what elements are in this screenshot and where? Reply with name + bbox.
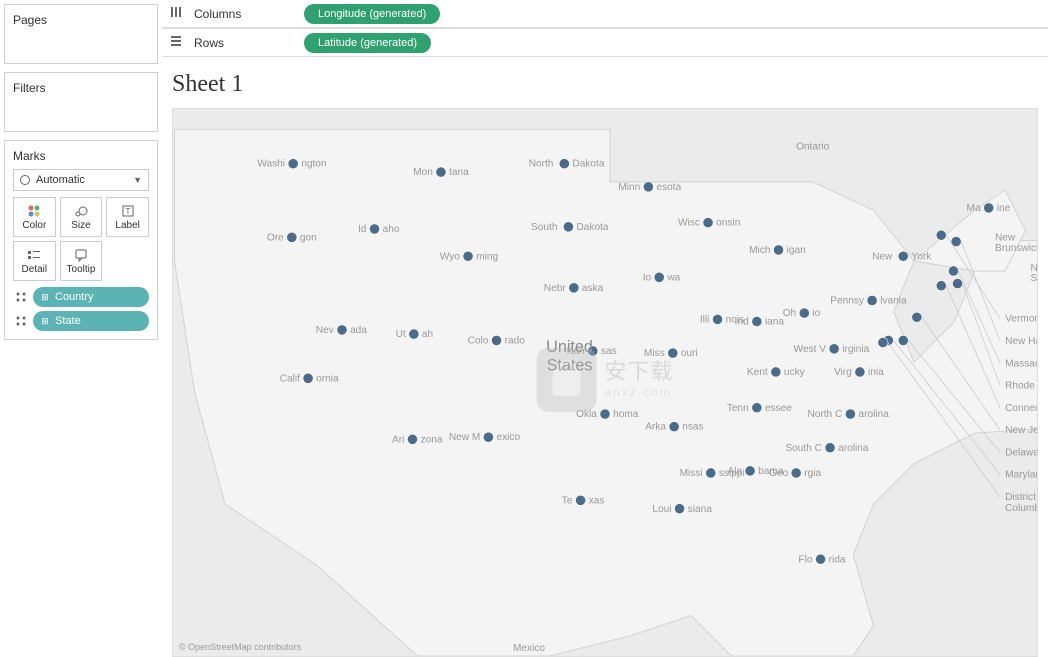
detail-icon [26,248,42,262]
svg-text:T: T [125,207,130,216]
state-dot[interactable] [898,251,908,261]
state-label-external: Rhode Island [1005,381,1037,392]
detail-icon [13,313,29,329]
state-label-external: Maryland [1005,470,1037,481]
label-icon: T [120,204,136,218]
state-dot[interactable] [936,230,946,240]
state-dot[interactable] [600,409,610,419]
state-dot[interactable] [675,504,685,514]
state-dot[interactable] [407,434,417,444]
state-label-external: New Hampshire [1005,336,1037,347]
state-dot[interactable] [712,314,722,324]
state-dot[interactable] [745,466,755,476]
marks-detail-button[interactable]: Detail [13,241,56,281]
columns-label: Columns [194,7,294,21]
rows-icon [170,35,184,50]
detail-icon [13,289,29,305]
state-dot[interactable] [816,554,826,564]
state-dot[interactable] [878,337,888,347]
state-label-external: District ofColumbia [1005,492,1037,514]
state-label-external: Massachusetts [1005,358,1037,369]
state-dot[interactable] [829,344,839,354]
country-label: States [547,356,593,374]
marks-title: Marks [13,149,149,163]
state-dot[interactable] [576,495,586,505]
chevron-down-icon: ▼ [133,175,142,185]
state-dot[interactable] [952,279,962,289]
plus-icon: ⊞ [39,315,51,327]
state-dot[interactable] [483,432,493,442]
state-dot[interactable] [845,409,855,419]
dimension-pill-country[interactable]: ⊞ Country [33,287,149,307]
state-dot[interactable] [654,272,664,282]
state-dot[interactable] [791,468,801,478]
neighbor-label: Brunswick [995,243,1037,254]
state-dot[interactable] [287,232,297,242]
state-dot[interactable] [752,316,762,326]
marks-color-button[interactable]: Color [13,197,56,237]
state-dot[interactable] [303,373,313,383]
pages-title: Pages [13,13,149,27]
state-dot[interactable] [409,329,419,339]
state-dot[interactable] [948,266,958,276]
columns-shelf[interactable]: Columns Longitude (generated) [162,0,1048,28]
state-dot[interactable] [369,224,379,234]
neighbor-label: Scotia [1030,273,1037,284]
color-icon [26,204,42,218]
map-attribution: © OpenStreetMap contributors [179,642,301,652]
state-dot[interactable] [337,325,347,335]
tooltip-icon [73,248,89,262]
state-dot[interactable] [799,308,809,318]
state-label-external: Connecticut [1005,403,1037,414]
state-dot[interactable] [491,335,501,345]
filters-card[interactable]: Filters [4,72,158,132]
dimension-pill-state[interactable]: ⊞ State [33,311,149,331]
state-label-external: New Jersey [1005,425,1037,436]
state-dot[interactable] [643,182,653,192]
pill-row: ⊞ Country [13,287,149,307]
rows-pill-latitude[interactable]: Latitude (generated) [304,33,431,53]
state-dot[interactable] [825,443,835,453]
map-viz[interactable]: WashingtonOregonCaliforniaNevadaIdahoUta… [172,108,1038,657]
mark-type-label: Automatic [36,174,133,186]
pages-card[interactable]: Pages [4,4,158,64]
state-dot[interactable] [288,159,298,169]
size-icon [73,204,89,218]
state-dot[interactable] [569,283,579,293]
columns-pill-longitude[interactable]: Longitude (generated) [304,4,440,24]
marks-tooltip-button[interactable]: Tooltip [60,241,103,281]
state-dot[interactable] [867,295,877,305]
state-dot[interactable] [855,367,865,377]
state-dot[interactable] [752,403,762,413]
state-dot[interactable] [559,159,569,169]
state-dot[interactable] [706,468,716,478]
columns-icon [170,6,184,21]
rows-label: Rows [194,36,294,50]
marks-card: Marks Automatic ▼ Color Size [4,140,158,340]
state-dot[interactable] [436,167,446,177]
state-dot[interactable] [669,422,679,432]
state-dot[interactable] [771,367,781,377]
circle-icon [20,175,30,185]
marks-size-button[interactable]: Size [60,197,103,237]
marks-label-button[interactable]: T Label [106,197,149,237]
rows-shelf[interactable]: Rows Latitude (generated) [162,28,1048,56]
state-dot[interactable] [563,222,573,232]
state-label-external: Delaware [1005,447,1037,458]
state-dot[interactable] [984,203,994,213]
state-dot[interactable] [912,312,922,322]
mark-type-select[interactable]: Automatic ▼ [13,169,149,191]
country-label: United [546,338,593,356]
plus-icon: ⊞ [39,291,51,303]
sheet-title: Sheet 1 [172,71,1038,98]
state-dot[interactable] [898,335,908,345]
state-dot[interactable] [668,348,678,358]
filters-title: Filters [13,81,149,95]
state-dot[interactable] [463,251,473,261]
state-label-external: Vermont [1005,314,1037,325]
state-dot[interactable] [703,218,713,228]
pill-row: ⊞ State [13,311,149,331]
state-dot[interactable] [936,281,946,291]
state-dot[interactable] [773,245,783,255]
